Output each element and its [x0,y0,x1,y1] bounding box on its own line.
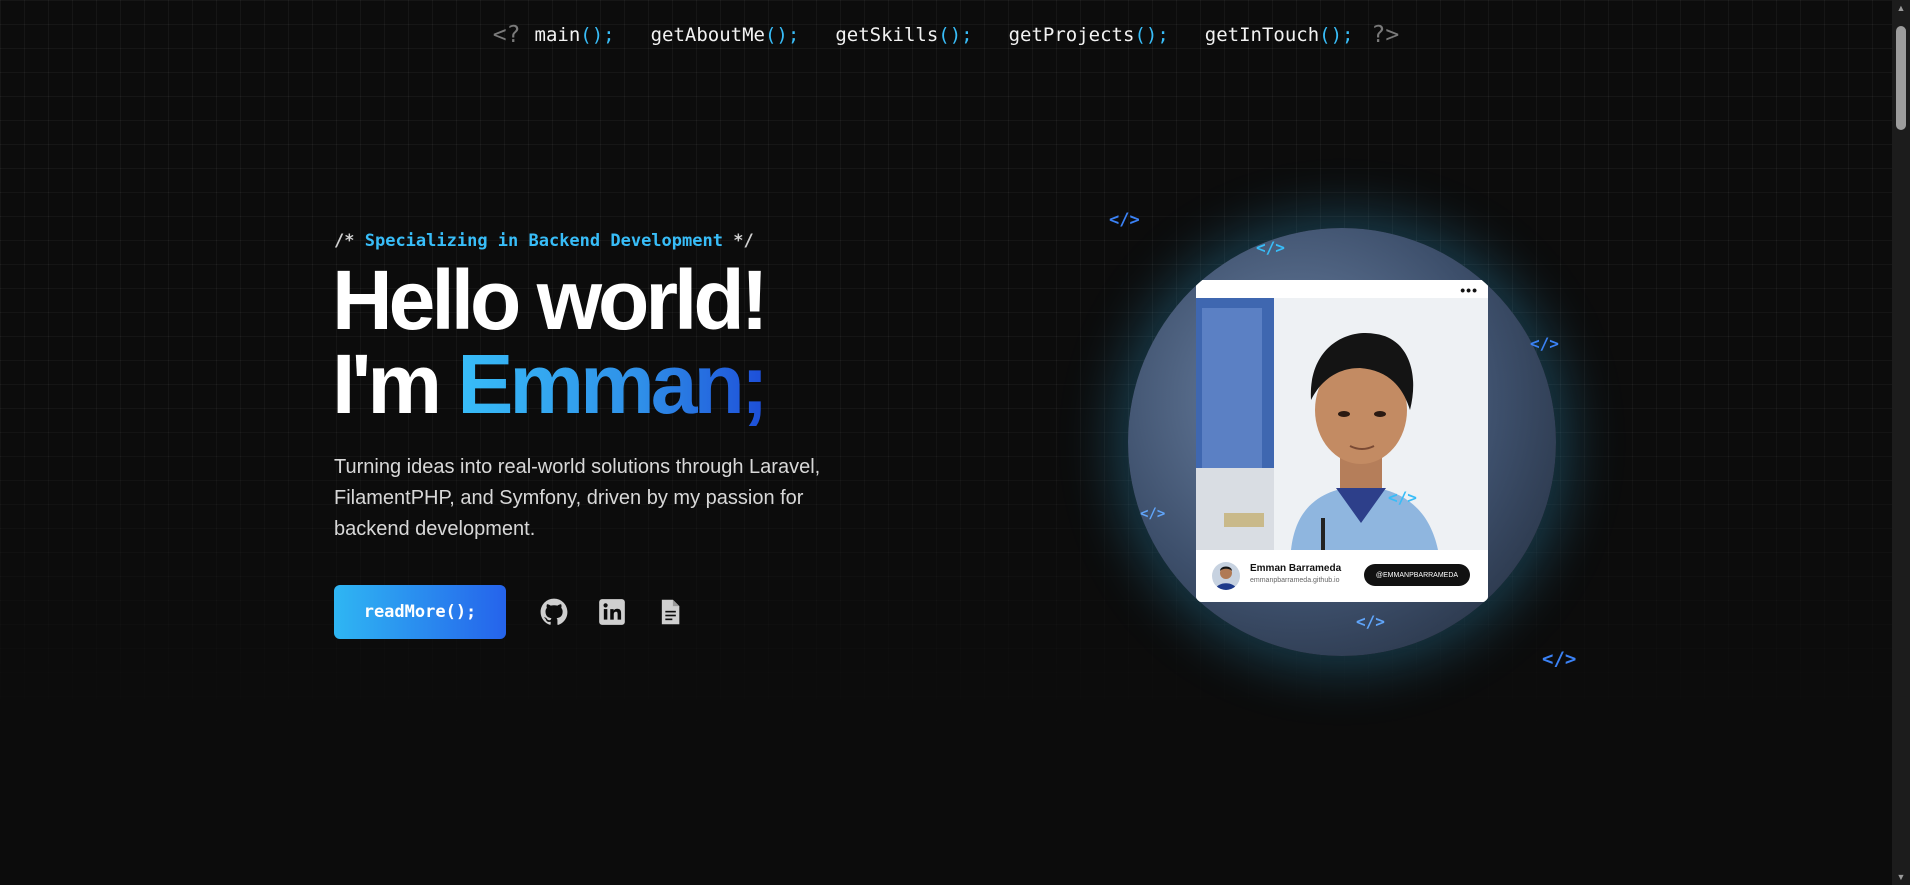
document-icon[interactable] [656,598,684,626]
card-handle-button: @EMMANPBARRAMEDA [1364,564,1470,586]
linkedin-icon[interactable] [598,598,626,626]
profile-photo [1196,298,1488,550]
headline-prefix: I'm [332,337,442,431]
nav-open-tag: <? [492,22,521,48]
code-tag-decoration: </> [1542,648,1577,670]
code-tag-decoration: </> [1256,238,1285,257]
nav-item-main[interactable]: main(); [535,24,615,46]
hero-description: Turning ideas into real-world solutions … [334,456,821,540]
scrollbar-thumb[interactable] [1896,26,1906,130]
hero-comment: /* Specializing in Backend Development *… [334,231,754,251]
nav-item-in-touch[interactable]: getInTouch(); [1205,24,1354,46]
social-links [540,598,684,626]
hero-headline: Hello world! I'm Emman; [332,258,769,426]
nav-item-skills[interactable]: getSkills(); [835,24,972,46]
headline-name: Emman; [457,337,768,431]
scroll-up-icon[interactable]: ▲ [1892,0,1910,16]
background-grid [0,0,1892,885]
card-email: emmanpbarrameda.github.io [1250,577,1340,584]
card-menu-icon: ••• [1460,282,1478,298]
nav-close-tag: ?> [1371,22,1400,48]
code-tag-decoration: </> [1388,488,1417,507]
profile-portrait: ••• Emman Barrameda emmanpbarrameda.gith… [1128,228,1556,656]
github-icon[interactable] [540,598,568,626]
page-scrollbar[interactable]: ▲ ▼ [1892,0,1910,885]
code-tag-decoration: </> [1530,334,1559,353]
code-tag-decoration: </> [1109,210,1140,230]
card-footer: Emman Barrameda emmanpbarrameda.github.i… [1196,550,1488,602]
code-tag-decoration: </> [1356,612,1385,631]
profile-card: ••• Emman Barrameda emmanpbarrameda.gith… [1196,280,1488,602]
card-avatar [1212,562,1240,590]
read-more-button[interactable]: readMore(); [334,585,506,639]
nav-item-projects[interactable]: getProjects(); [1009,24,1169,46]
headline-greeting: Hello world! [332,253,769,347]
card-name: Emman Barrameda [1250,563,1342,574]
code-tag-decoration: </> [1140,506,1166,522]
nav-item-about-me[interactable]: getAboutMe(); [651,24,800,46]
hero-specialization: Specializing in Backend Development [364,231,723,251]
top-nav: <? main(); getAboutMe(); getSkills(); ge… [0,22,1892,48]
scroll-down-icon[interactable]: ▼ [1892,869,1910,885]
